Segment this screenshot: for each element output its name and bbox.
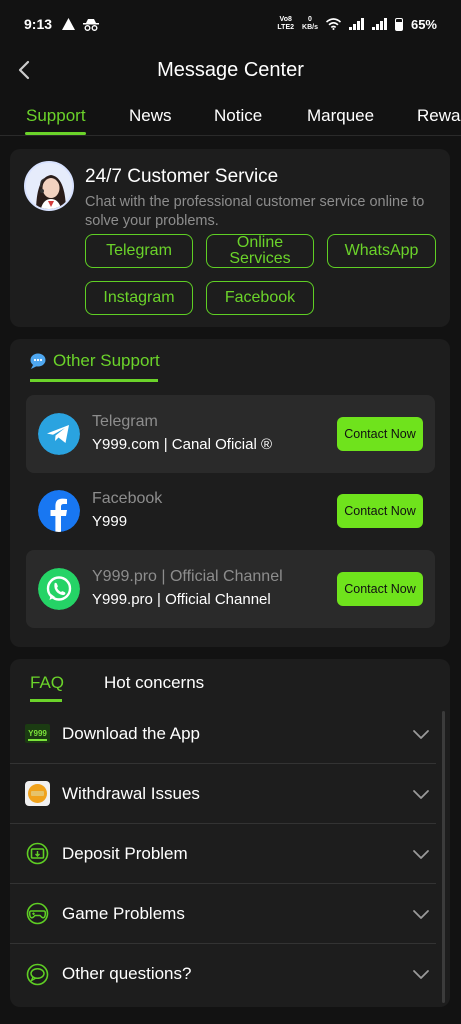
other-support-underline bbox=[30, 379, 158, 382]
faq-item-download-app[interactable]: Y999 Download the App bbox=[10, 704, 436, 764]
battery-icon bbox=[394, 17, 403, 31]
deposit-icon bbox=[26, 842, 49, 865]
chevron-down-icon bbox=[413, 909, 429, 919]
signal-icon-1 bbox=[348, 18, 364, 30]
faq-item-label: Deposit Problem bbox=[62, 843, 188, 863]
svg-text:Y999: Y999 bbox=[28, 729, 47, 738]
support-item-telegram: Telegram Y999.com | Canal Oficial ® Cont… bbox=[26, 395, 435, 473]
faq-card: FAQ Hot concerns Y999 Download the App W… bbox=[10, 659, 450, 1007]
message-tabs: Support News Notice Marquee Rewar bbox=[0, 96, 461, 136]
channel-telegram-button[interactable]: Telegram bbox=[85, 234, 193, 268]
incognito-icon bbox=[83, 18, 100, 31]
cs-title: 24/7 Customer Service bbox=[85, 166, 279, 187]
network-type: Vo8 LTE2 bbox=[277, 16, 295, 31]
chat-bubbles-icon bbox=[30, 353, 46, 369]
faq-item-withdrawal-issues[interactable]: Withdrawal Issues bbox=[10, 764, 436, 824]
withdrawal-icon bbox=[25, 781, 50, 806]
support-item-name: Facebook bbox=[92, 490, 163, 507]
page-title: Message Center bbox=[157, 58, 304, 81]
other-support-heading: Other Support bbox=[53, 351, 160, 370]
channel-instagram-button[interactable]: Instagram bbox=[85, 281, 193, 315]
gamepad-icon bbox=[26, 902, 49, 925]
faq-item-label: Download the App bbox=[62, 723, 200, 743]
customer-service-card: 24/7 Customer Service Chat with the prof… bbox=[10, 149, 450, 327]
faq-item-label: Game Problems bbox=[62, 903, 185, 923]
tab-news[interactable]: News bbox=[129, 106, 172, 126]
faq-item-deposit-problem[interactable]: Deposit Problem bbox=[10, 824, 436, 884]
support-item-facebook: Facebook Y999 Contact Now bbox=[26, 472, 435, 550]
faq-scrollbar[interactable] bbox=[442, 711, 445, 1003]
tab-active-indicator bbox=[25, 132, 86, 135]
facebook-icon bbox=[38, 490, 80, 532]
agent-avatar-image bbox=[26, 163, 72, 209]
signal-icon-2 bbox=[371, 18, 387, 30]
whatsapp-icon bbox=[38, 568, 80, 610]
support-item-subtitle: Y999 bbox=[92, 513, 128, 530]
chevron-down-icon bbox=[413, 849, 429, 859]
back-arrow-icon[interactable] bbox=[10, 56, 38, 84]
other-support-header: Other Support bbox=[30, 351, 160, 371]
network-speed: 0 KB/s bbox=[302, 16, 318, 31]
channel-online-services-button[interactable]: Online Services bbox=[206, 234, 314, 268]
tab-faq[interactable]: FAQ bbox=[30, 673, 64, 693]
tab-marquee[interactable]: Marquee bbox=[307, 106, 374, 126]
cs-description: Chat with the professional customer serv… bbox=[85, 194, 425, 229]
agent-avatar bbox=[24, 161, 74, 211]
status-bar: 9:13 Vo8 LTE2 0 KB/s 65% bbox=[0, 0, 461, 48]
contact-now-button[interactable]: Contact Now bbox=[337, 494, 423, 528]
faq-tab-indicator bbox=[30, 699, 62, 702]
support-item-subtitle: Y999.com | Canal Oficial ® bbox=[92, 436, 273, 453]
support-item-name: Telegram bbox=[92, 413, 158, 430]
faq-item-other-questions[interactable]: Other questions? bbox=[10, 944, 436, 1004]
support-item-name: Y999.pro | Official Channel bbox=[92, 568, 283, 585]
channel-facebook-button[interactable]: Facebook bbox=[206, 281, 314, 315]
battery-level: 65% bbox=[410, 16, 437, 32]
faq-item-label: Withdrawal Issues bbox=[62, 783, 200, 803]
status-time: 9:13 bbox=[24, 16, 53, 32]
telegram-icon bbox=[38, 413, 80, 455]
contact-now-button[interactable]: Contact Now bbox=[337, 417, 423, 451]
tab-rewards[interactable]: Rewar bbox=[417, 106, 461, 126]
tab-hot-concerns[interactable]: Hot concerns bbox=[104, 673, 204, 693]
faq-item-game-problems[interactable]: Game Problems bbox=[10, 884, 436, 944]
chevron-down-icon bbox=[413, 729, 429, 739]
tab-notice[interactable]: Notice bbox=[214, 106, 262, 126]
channel-whatsapp-button[interactable]: WhatsApp bbox=[327, 234, 436, 268]
other-support-card: Other Support Telegram Y999.com | Canal … bbox=[10, 339, 450, 647]
contact-now-button[interactable]: Contact Now bbox=[337, 572, 423, 606]
support-item-whatsapp: Y999.pro | Official Channel Y999.pro | O… bbox=[26, 550, 435, 628]
support-item-subtitle: Y999.pro | Official Channel bbox=[92, 591, 271, 608]
chat-question-icon bbox=[26, 963, 49, 985]
chevron-down-icon bbox=[413, 970, 429, 979]
faq-item-label: Other questions? bbox=[62, 964, 192, 983]
alert-icon bbox=[62, 18, 76, 30]
wifi-icon bbox=[325, 18, 341, 30]
top-app-bar: Message Center bbox=[0, 48, 461, 92]
chevron-down-icon bbox=[413, 789, 429, 799]
tab-support[interactable]: Support bbox=[26, 106, 86, 126]
y999-logo-icon: Y999 bbox=[25, 724, 50, 743]
